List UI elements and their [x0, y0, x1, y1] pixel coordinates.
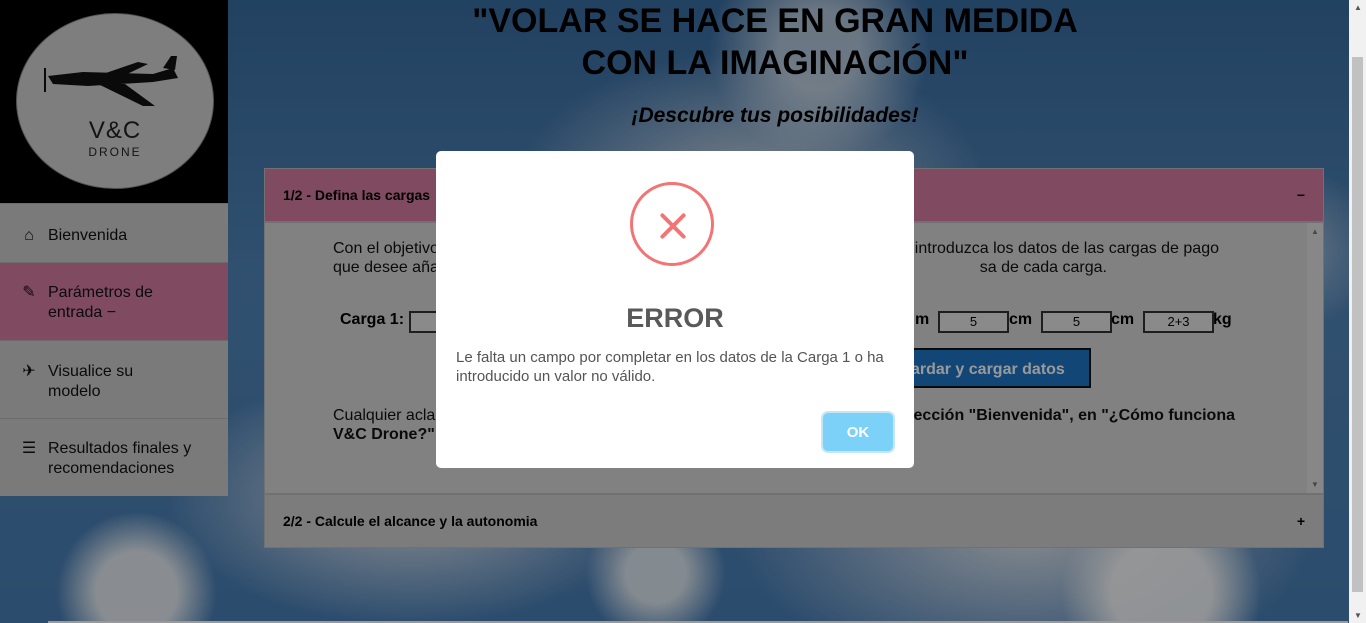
dialog-message: Le falta un campo por completar en los d… [456, 349, 884, 385]
scroll-up-icon[interactable]: ▲ [1354, 3, 1362, 12]
ok-button[interactable]: OK [823, 413, 893, 451]
error-dialog: ERROR Le falta un campo por completar en… [436, 151, 914, 468]
scrollbar-thumb[interactable] [1352, 57, 1363, 592]
scroll-down-icon[interactable]: ▼ [1354, 611, 1362, 620]
dialog-title: ERROR [626, 303, 724, 333]
error-icon [630, 182, 714, 266]
page-scrollbar[interactable]: ▲ ▼ [1349, 0, 1366, 623]
